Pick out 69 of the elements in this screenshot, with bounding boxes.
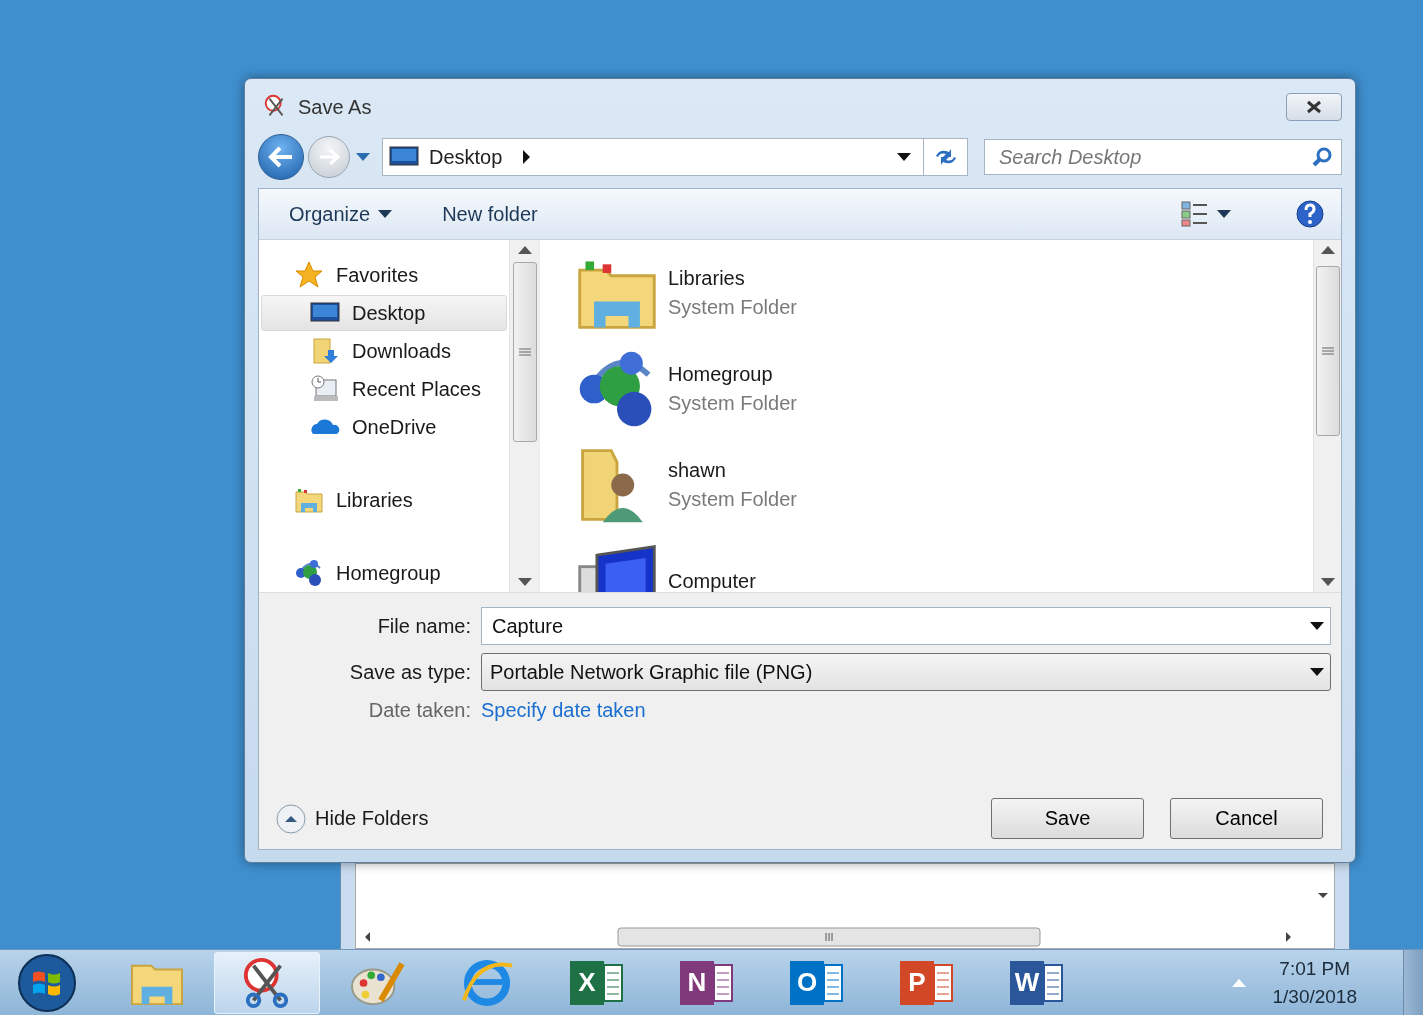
nav-scrollbar[interactable] — [509, 240, 539, 592]
help-icon — [1295, 199, 1325, 229]
caret-icon — [356, 153, 370, 161]
address-bar[interactable]: Desktop — [382, 138, 968, 176]
address-dropdown[interactable] — [895, 151, 913, 163]
organize-menu[interactable]: Organize — [289, 198, 393, 230]
nav-item[interactable]: Desktop — [261, 295, 507, 331]
history-dropdown[interactable] — [354, 151, 372, 163]
taskbar-app[interactable]: N — [654, 951, 760, 1014]
taskbar-app[interactable]: P — [874, 951, 980, 1014]
address-location: Desktop — [429, 145, 503, 169]
caret-icon — [1310, 622, 1324, 630]
breadcrumb-arrow-icon — [522, 150, 533, 164]
grip-icon — [518, 348, 531, 356]
taskbar-app[interactable]: O — [764, 951, 870, 1014]
search-icon — [1311, 146, 1333, 168]
scroll-down-icon — [1320, 578, 1335, 586]
window-title: Save As — [298, 95, 373, 119]
grip-icon — [1321, 347, 1334, 355]
file-name-label: File name: — [376, 614, 471, 638]
search-field[interactable]: Search Desktop — [997, 144, 1311, 170]
taskbar-app[interactable]: X — [544, 951, 650, 1014]
taskbar-app[interactable]: W — [984, 951, 1090, 1014]
file-item[interactable]: Homegroup System Folder — [574, 346, 1313, 432]
search-box[interactable]: Search Desktop — [984, 139, 1342, 175]
help-button[interactable] — [1293, 197, 1327, 231]
star-icon — [294, 260, 324, 290]
date-taken-link[interactable]: Specify date taken — [481, 699, 646, 722]
new-folder-button[interactable]: New folder — [442, 198, 538, 230]
save-type-dropdown[interactable]: Portable Network Graphic file (PNG) — [481, 653, 1331, 691]
taskbar-app[interactable] — [214, 951, 320, 1014]
nav-item[interactable]: Libraries — [261, 482, 507, 518]
back-button[interactable] — [258, 134, 304, 180]
windows-logo — [15, 952, 79, 1013]
nav-item[interactable]: Favorites — [261, 257, 507, 293]
caret-icon — [1310, 668, 1324, 676]
scroll-up-icon — [1320, 246, 1335, 254]
date-taken-label: Date taken: — [367, 699, 471, 722]
file-name-field[interactable]: Capture — [490, 613, 1310, 639]
nav-item[interactable]: Homegroup — [261, 555, 507, 591]
nav-item[interactable]: Downloads — [261, 333, 507, 369]
scroll-down-icon — [1318, 892, 1328, 898]
homegroup-icon — [294, 558, 324, 588]
clock[interactable]: 7:01 PM 1/30/2018 — [1272, 957, 1357, 1008]
recent-places-icon — [310, 374, 340, 404]
back-arrow-icon — [268, 146, 294, 168]
caret-icon — [378, 210, 393, 218]
close-button[interactable] — [1286, 93, 1342, 121]
file-name-combo-box[interactable]: Capture — [481, 607, 1331, 645]
hide-folders-button[interactable]: Hide Folders — [275, 802, 429, 835]
file-item[interactable]: shawn System Folder — [574, 442, 1313, 528]
save-type-label: Save as type: — [348, 660, 471, 684]
file-item[interactable]: Libraries System Folder — [574, 250, 1313, 336]
caret-icon — [1217, 210, 1231, 218]
save-button[interactable]: Save — [991, 798, 1144, 839]
details-view-icon — [1181, 201, 1209, 227]
scroll-down-icon — [517, 578, 532, 586]
download-folder-icon — [310, 336, 340, 366]
file-scrollbar[interactable] — [1313, 240, 1341, 592]
scroll-up-icon — [517, 246, 532, 254]
forward-button[interactable] — [308, 136, 350, 178]
cancel-button[interactable]: Cancel — [1170, 798, 1323, 839]
close-icon — [1305, 100, 1323, 114]
nav-item[interactable]: OneDrive — [261, 409, 507, 445]
nav-item[interactable]: Recent Places — [261, 371, 507, 407]
forward-arrow-icon — [318, 148, 340, 166]
caret-icon — [897, 153, 911, 161]
view-options-button[interactable] — [1179, 199, 1233, 229]
collapse-icon — [275, 802, 307, 835]
